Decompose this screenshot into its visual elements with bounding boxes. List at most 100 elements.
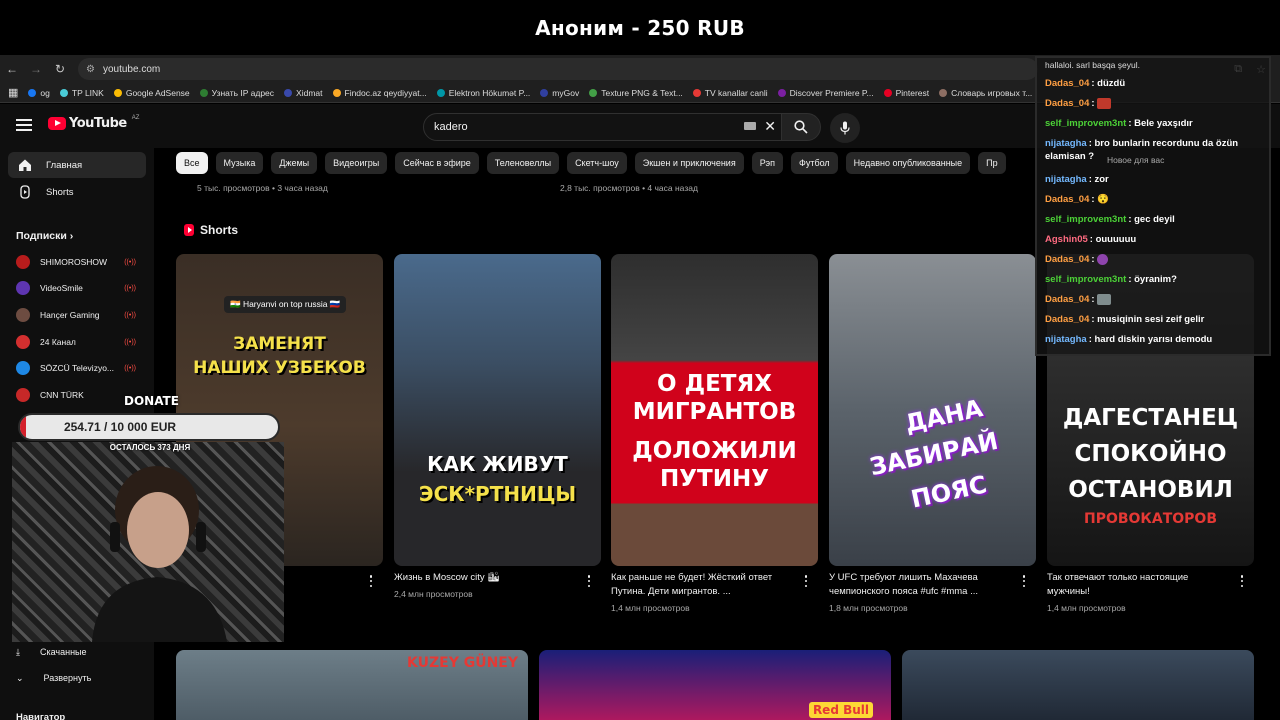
avatar <box>16 281 30 295</box>
chip[interactable]: Джемы <box>271 152 318 174</box>
sidebar-item-shorts[interactable]: Shorts <box>8 179 146 205</box>
chip-all[interactable]: Все <box>176 152 208 174</box>
short-title[interactable]: Жизнь в Moscow city 🏙 <box>394 571 574 585</box>
chip[interactable]: Пр <box>978 152 1006 174</box>
bookmark-item[interactable]: Pinterest <box>883 88 929 98</box>
live-indicator-icon: ((•)) <box>124 284 136 292</box>
chevron-right-icon: › <box>69 230 74 242</box>
chip[interactable]: Недавно опубликованные <box>845 152 971 174</box>
bookmark-item[interactable]: Словарь игровых т... <box>939 88 1032 98</box>
site-settings-icon[interactable]: ⚙ <box>86 64 95 75</box>
bookmark-item[interactable]: Elektron Hökumət P... <box>436 88 530 98</box>
live-indicator-icon: ((•)) <box>124 258 136 266</box>
more-options-icon[interactable] <box>1022 575 1026 587</box>
streamer-silhouette <box>92 466 227 642</box>
chip[interactable]: Сейчас в эфире <box>395 152 479 174</box>
live-indicator-icon: ((•)) <box>124 338 136 346</box>
chip[interactable]: Теленовеллы <box>486 152 560 174</box>
chat-message: Dadas_04: musiqinin sesi zeif gelir <box>1045 314 1205 325</box>
subscriptions-heading[interactable]: Подписки › <box>16 230 73 242</box>
chat-message: Dadas_04: <box>1045 294 1269 307</box>
short-thumbnail[interactable]: КАК ЖИВУТ ЭСК*РТНИЦЫ <box>394 254 601 566</box>
bookmark-item[interactable]: Discover Premiere P... <box>777 88 874 98</box>
chip[interactable]: Экшен и приключения <box>634 152 744 174</box>
navigator-heading: Навигатор <box>16 712 66 720</box>
avatar <box>16 308 30 322</box>
sidebar-subscription[interactable]: SÖZCÜ Televizyo... ((•)) <box>16 357 136 379</box>
short-thumbnail[interactable]: ДАНА ЗАБИРАЙ ПОЯС <box>829 254 1036 566</box>
thumbnail-text: ЭСК*РТНИЦЫ <box>418 482 577 506</box>
home-icon <box>19 159 31 171</box>
emote-icon <box>1097 254 1109 265</box>
emote-icon <box>1097 98 1112 109</box>
sidebar-item-home[interactable]: Главная <box>8 152 146 178</box>
chip[interactable]: Скетч-шоу <box>567 152 627 174</box>
avatar <box>16 361 30 375</box>
more-options-icon[interactable] <box>1240 575 1244 587</box>
search-button[interactable] <box>781 113 821 141</box>
avatar <box>16 255 30 269</box>
chat-message: self_improvem3nt: gec deyil <box>1045 214 1175 225</box>
chat-message: nijatagha: hard diskin yarısı demodu <box>1045 334 1213 345</box>
avatar <box>16 335 30 349</box>
bookmark-item[interactable]: Texture PNG & Text... <box>589 88 683 98</box>
more-options-icon[interactable] <box>804 575 808 587</box>
chip[interactable]: Рэп <box>751 152 783 174</box>
thumbnail-text: Red Bull <box>808 702 873 718</box>
bookmark-item[interactable]: Xidmat <box>284 88 323 98</box>
short-title[interactable]: У UFC требуют лишить Махачева чемпионско… <box>829 571 1009 599</box>
sidebar-subscription[interactable]: 24 Канал ((•)) <box>16 331 136 353</box>
chat-message: hallaloi. sarl başqa şeyul. <box>1045 60 1140 70</box>
youtube-play-icon <box>48 117 66 130</box>
sidebar-subscription[interactable]: SHIMOROSHOW ((•)) <box>16 251 136 273</box>
chip[interactable]: Футбол <box>790 152 838 174</box>
chip[interactable]: Видеоигры <box>325 152 388 174</box>
shorts-icon <box>20 185 30 199</box>
bookmark-item[interactable]: og <box>28 88 50 98</box>
short-views: 1,8 млн просмотров <box>829 603 908 613</box>
filter-chips: Все Музыка Джемы Видеоигры Сейчас в эфир… <box>176 152 1046 174</box>
bookmark-item[interactable]: Узнать IP адрес <box>199 88 274 98</box>
menu-icon[interactable] <box>16 119 32 131</box>
bookmark-item[interactable]: Findoc.az qeydiyyat... <box>332 88 427 98</box>
sidebar-subscription[interactable]: VideoSmile ((•)) <box>16 277 136 299</box>
short-title[interactable]: Как раньше не будет! Жёсткий ответ Путин… <box>611 571 791 599</box>
thumbnail-text: ПУТИНУ <box>660 466 769 492</box>
sidebar-subscription[interactable]: Hançer Gaming ((•)) <box>16 304 136 326</box>
back-icon[interactable]: ← <box>0 62 24 76</box>
short-views: 2,4 млн просмотров <box>394 589 473 599</box>
chat-message: Dadas_04: <box>1045 98 1269 111</box>
shorts-heading: Shorts <box>184 223 238 237</box>
apps-grid-icon[interactable]: ▦ <box>8 86 18 99</box>
bookmark-item[interactable]: myGov <box>540 88 579 98</box>
donate-label: DONATE <box>124 394 179 408</box>
chip[interactable]: Музыка <box>215 152 264 174</box>
address-bar[interactable]: ⚙ youtube.com <box>78 58 1038 80</box>
short-thumbnail[interactable]: О ДЕТЯХ МИГРАНТОВ ДОЛОЖИЛИ ПУТИНУ <box>611 254 818 566</box>
short-title[interactable]: Так отвечают только настоящие мужчины! <box>1047 571 1227 599</box>
more-options-icon[interactable] <box>369 575 373 587</box>
sidebar-item-downloads[interactable]: ⤓ Скачанные <box>16 641 136 663</box>
search-input[interactable]: kadero ✕ <box>423 113 785 141</box>
voice-search-button[interactable] <box>830 113 860 143</box>
thumbnail-text: КАК ЖИВУТ <box>427 452 568 476</box>
video-thumbnail[interactable]: Red Bull <box>539 650 891 720</box>
reload-icon[interactable]: ↻ <box>48 62 72 76</box>
clear-search-icon[interactable]: ✕ <box>764 118 776 135</box>
bookmark-item[interactable]: TP LINK <box>59 88 104 98</box>
more-options-icon[interactable] <box>587 575 591 587</box>
forward-icon[interactable]: → <box>24 62 48 76</box>
video-thumbnail[interactable] <box>902 650 1254 720</box>
shorts-logo-icon <box>184 224 194 236</box>
bookmark-item[interactable]: TV kanallar canli <box>692 88 768 98</box>
thumbnail-text: СПОКОЙНО <box>1074 441 1227 467</box>
video-thumbnail[interactable]: KUZEY GÜNEY <box>176 650 528 720</box>
youtube-logo[interactable]: YouTube AZ <box>48 115 139 131</box>
sidebar-item-expand[interactable]: ⌄ Развернуть <box>16 667 136 689</box>
keyboard-icon[interactable] <box>744 122 756 130</box>
screen: Аноним - 250 RUB ← → ↻ ⚙ youtube.com ⧉ ☆… <box>0 0 1280 720</box>
bookmark-item[interactable]: Google AdSense <box>113 88 190 98</box>
chat-message: self_improvem3nt: öyranim? <box>1045 274 1177 285</box>
search-icon <box>794 120 808 134</box>
video-meta: 2,8 тыс. просмотров • 4 часа назад <box>560 183 698 193</box>
